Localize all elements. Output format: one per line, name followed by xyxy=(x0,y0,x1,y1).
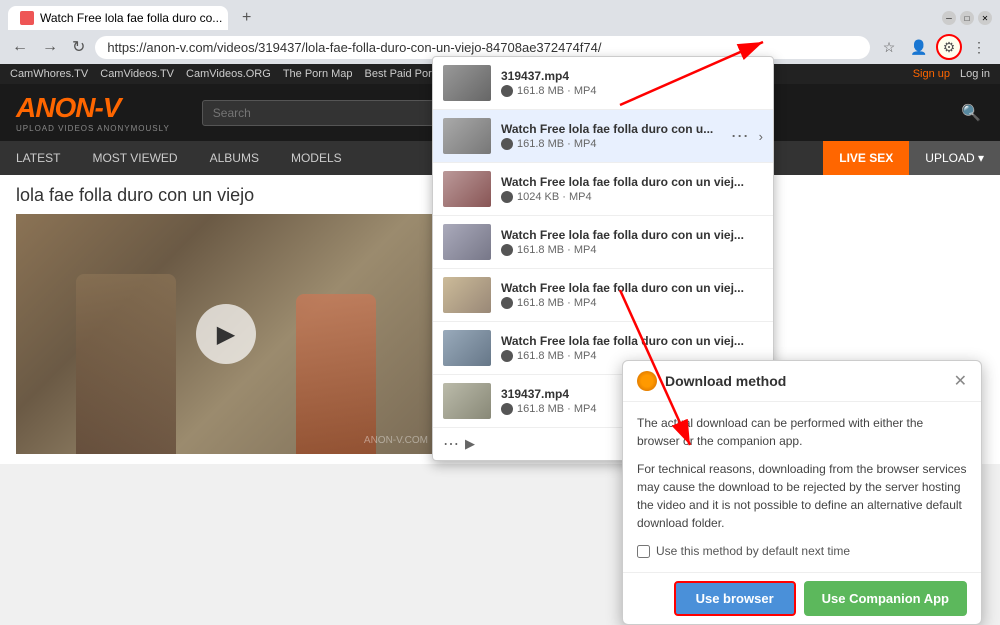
expand-icon[interactable]: ▶ xyxy=(465,436,475,452)
back-button[interactable]: ← xyxy=(8,36,32,58)
filesize-3: 1024 KB · MP4 xyxy=(501,191,763,203)
nav-camvideos-org[interactable]: CamVideos.ORG xyxy=(186,68,271,80)
header-right: 🔍 xyxy=(958,100,984,126)
download-info-6: Watch Free lola fae folla duro con un vi… xyxy=(501,334,763,362)
new-tab-button[interactable]: + xyxy=(236,7,257,29)
dialog-close-button[interactable]: ✕ xyxy=(954,371,967,391)
login-link[interactable]: Log in xyxy=(960,68,990,80)
dl-icon-5 xyxy=(501,297,513,309)
nav-latest[interactable]: LATEST xyxy=(0,141,76,175)
person-1 xyxy=(76,274,176,454)
thumb-4 xyxy=(443,224,491,260)
nav-camvideos-tv[interactable]: CamVideos.TV xyxy=(100,68,174,80)
signup-link[interactable]: Sign up xyxy=(913,68,950,80)
dialog-logo-icon xyxy=(637,371,657,391)
default-method-row: Use this method by default next time xyxy=(637,542,967,560)
dialog-header: Download method ✕ xyxy=(623,361,981,402)
thumb-1 xyxy=(443,65,491,101)
download-info-5: Watch Free lola fae folla duro con un vi… xyxy=(501,281,763,309)
person-2 xyxy=(296,294,376,454)
dl-icon-4 xyxy=(501,244,513,256)
video-thumbnail[interactable]: ANON-V.COM ▶ xyxy=(16,214,436,454)
download-info-4: Watch Free lola fae folla duro con un vi… xyxy=(501,228,763,256)
filename-5: Watch Free lola fae folla duro con un vi… xyxy=(501,281,763,295)
download-item-3[interactable]: Watch Free lola fae folla duro con un vi… xyxy=(433,163,773,216)
nav-albums[interactable]: ALBUMS xyxy=(194,141,275,175)
filename-3: Watch Free lola fae folla duro con un vi… xyxy=(501,175,763,189)
download-method-dialog: Download method ✕ The actual download ca… xyxy=(622,360,982,625)
more-items-icon[interactable]: ⋯ xyxy=(443,434,459,454)
download-info-2: Watch Free lola fae folla duro con u... … xyxy=(501,122,721,150)
toolbar-icons: ☆ 👤 ⚙ ⋮ xyxy=(876,34,992,60)
minimize-button[interactable]: ─ xyxy=(942,11,956,25)
dl-icon-3 xyxy=(501,191,513,203)
filesize-2: 161.8 MB · MP4 xyxy=(501,138,721,150)
thumb-3 xyxy=(443,171,491,207)
download-item-2[interactable]: Watch Free lola fae folla duro con u... … xyxy=(433,110,773,163)
dialog-footer: Use browser Use Companion App xyxy=(623,572,981,624)
filename-1: 319437.mp4 xyxy=(501,69,763,83)
filesize-1: 161.8 MB · MP4 xyxy=(501,85,763,97)
download-info-1: 319437.mp4 161.8 MB · MP4 xyxy=(501,69,763,97)
account-icon[interactable]: 👤 xyxy=(906,34,932,60)
upload-button[interactable]: UPLOAD ▾ xyxy=(909,141,1000,175)
thumb-2 xyxy=(443,118,491,154)
play-button[interactable]: ▶ xyxy=(196,304,256,364)
default-method-label: Use this method by default next time xyxy=(656,542,850,560)
dialog-title: Download method xyxy=(665,373,786,389)
download-item[interactable]: 319437.mp4 161.8 MB · MP4 xyxy=(433,57,773,110)
logo-text: ANON-V xyxy=(16,92,170,124)
close-button[interactable]: ✕ xyxy=(978,11,992,25)
thumb-7 xyxy=(443,383,491,419)
browser-chrome: Watch Free lola fae folla duro co... ✕ +… xyxy=(0,0,1000,64)
default-method-checkbox[interactable] xyxy=(637,545,650,558)
logo: ANON-V UPLOAD VIDEOS ANONYMOUSLY xyxy=(16,92,170,133)
next-icon: › xyxy=(759,129,763,144)
auth-links: Sign up Log in xyxy=(913,68,990,80)
menu-icon[interactable]: ⋮ xyxy=(966,34,992,60)
dialog-body: The actual download can be performed wit… xyxy=(623,402,981,572)
download-item-4[interactable]: Watch Free lola fae folla duro con un vi… xyxy=(433,216,773,269)
download-item-5[interactable]: Watch Free lola fae folla duro con un vi… xyxy=(433,269,773,322)
dialog-body-text-2: For technical reasons, downloading from … xyxy=(637,460,967,532)
filesize-4: 161.8 MB · MP4 xyxy=(501,244,763,256)
download-info-3: Watch Free lola fae folla duro con un vi… xyxy=(501,175,763,203)
tab-favicon xyxy=(20,11,34,25)
extension-icon[interactable]: ⚙ xyxy=(936,34,962,60)
dialog-body-text-1: The actual download can be performed wit… xyxy=(637,414,967,450)
tab-title: Watch Free lola fae folla duro co... xyxy=(40,11,222,25)
thumb-5 xyxy=(443,277,491,313)
dl-icon-6 xyxy=(501,350,513,362)
nav-models[interactable]: MODELS xyxy=(275,141,358,175)
title-bar: Watch Free lola fae folla duro co... ✕ +… xyxy=(0,0,1000,30)
active-tab[interactable]: Watch Free lola fae folla duro co... ✕ xyxy=(8,6,228,30)
dl-icon-1 xyxy=(501,85,513,97)
forward-button[interactable]: → xyxy=(38,36,62,58)
filename-6: Watch Free lola fae folla duro con un vi… xyxy=(501,334,763,348)
dl-icon-2 xyxy=(501,138,513,150)
logo-sub: UPLOAD VIDEOS ANONYMOUSLY xyxy=(16,124,170,133)
nav-most-viewed[interactable]: MOST VIEWED xyxy=(76,141,193,175)
use-browser-button[interactable]: Use browser xyxy=(674,581,796,616)
use-companion-button[interactable]: Use Companion App xyxy=(804,581,967,616)
filename-2: Watch Free lola fae folla duro con u... xyxy=(501,122,721,136)
live-sex-button[interactable]: LIVE SEX xyxy=(823,141,909,175)
watermark: ANON-V.COM xyxy=(364,435,428,446)
more-options-icon[interactable]: ⋯ xyxy=(731,126,749,147)
dl-icon-7 xyxy=(501,403,513,415)
search-button[interactable]: 🔍 xyxy=(958,100,984,126)
star-icon[interactable]: ☆ xyxy=(876,34,902,60)
thumb-6 xyxy=(443,330,491,366)
nav-porn-map[interactable]: The Porn Map xyxy=(283,68,353,80)
refresh-button[interactable]: ↻ xyxy=(68,35,89,59)
window-controls: ─ □ ✕ xyxy=(942,11,992,25)
maximize-button[interactable]: □ xyxy=(960,11,974,25)
nav-camwhores[interactable]: CamWhores.TV xyxy=(10,68,88,80)
filesize-5: 161.8 MB · MP4 xyxy=(501,297,763,309)
filename-4: Watch Free lola fae folla duro con un vi… xyxy=(501,228,763,242)
